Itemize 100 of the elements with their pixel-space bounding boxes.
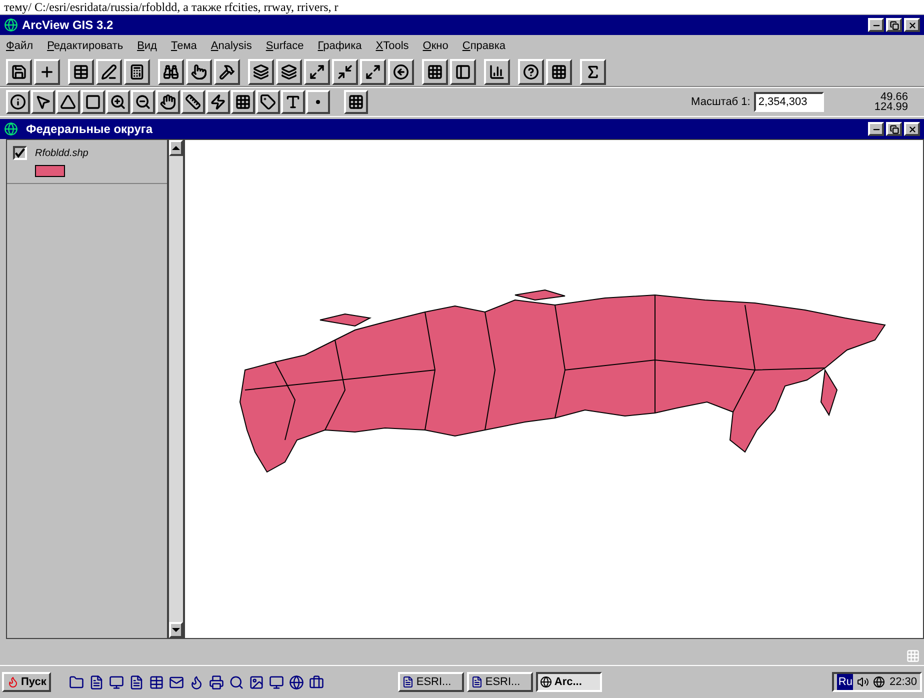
toolbar-button[interactable]	[360, 58, 386, 84]
document-text: тему/ C:/esri/esridata/russia/rfobldd, а также rfcities, rrway, rrivers, r	[0, 0, 924, 14]
toolbar-button[interactable]	[580, 58, 606, 84]
square-icon	[85, 94, 101, 110]
scroll-up-button[interactable]	[169, 140, 183, 156]
document-icon[interactable]	[89, 674, 104, 690]
start-button[interactable]: Пуск	[2, 672, 52, 692]
window-button[interactable]	[868, 122, 884, 136]
network-icon[interactable]	[873, 676, 886, 688]
toolbar-button[interactable]	[131, 90, 155, 114]
document-icon	[471, 676, 484, 688]
briefcase-icon[interactable]	[309, 674, 324, 690]
window-button[interactable]	[904, 18, 920, 32]
menu-item[interactable]: Файл	[6, 38, 34, 54]
toolbar-button[interactable]	[96, 58, 122, 84]
toolbar-button[interactable]	[388, 58, 414, 84]
toolbar-button[interactable]	[6, 90, 30, 114]
spreadsheet-icon[interactable]	[149, 674, 164, 690]
grid-icon	[427, 64, 443, 80]
menu-item[interactable]: Графика	[318, 38, 362, 54]
toolbar-button[interactable]	[248, 58, 274, 84]
toolbar-button[interactable]	[206, 90, 230, 114]
toolbar-button[interactable]	[106, 90, 130, 114]
toolbar-button[interactable]	[34, 58, 60, 84]
image-icon[interactable]	[249, 674, 264, 690]
menu-item[interactable]: XTools	[376, 38, 409, 54]
toolbar-button[interactable]	[484, 58, 510, 84]
menu-item[interactable]: Вид	[137, 38, 157, 54]
toolbar-button[interactable]	[181, 90, 205, 114]
toolbar-button[interactable]	[124, 58, 150, 84]
toolbar-button[interactable]	[31, 90, 55, 114]
close-icon	[908, 20, 916, 30]
toolbar-button[interactable]	[214, 58, 240, 84]
toolbar-button[interactable]	[68, 58, 94, 84]
globe-icon[interactable]	[289, 674, 304, 690]
lightning-icon	[210, 94, 226, 110]
toolbar-button[interactable]	[6, 58, 32, 84]
toolbar-button[interactable]	[422, 58, 448, 84]
mail-icon[interactable]	[169, 674, 184, 690]
monitor-icon[interactable]	[109, 674, 124, 690]
scale-field[interactable]: 2,354,303	[754, 92, 824, 112]
toolbar-button[interactable]	[56, 90, 80, 114]
up-arrow-icon	[172, 146, 180, 150]
window-button[interactable]	[904, 122, 920, 136]
sigma-icon	[585, 64, 601, 80]
dot-icon	[316, 100, 320, 104]
toolbar-button[interactable]	[158, 58, 184, 84]
menu-item[interactable]: Analysis	[210, 38, 252, 54]
toolbar-button[interactable]	[546, 58, 572, 84]
taskbar-task[interactable]: ESRI...	[467, 672, 534, 692]
text-icon	[285, 94, 301, 110]
grid-icon	[348, 94, 364, 110]
toolbar-button[interactable]	[256, 90, 280, 114]
window-button[interactable]	[868, 18, 884, 32]
cursor-icon	[35, 94, 51, 110]
toolbar-button[interactable]	[156, 90, 180, 114]
add-icon	[39, 64, 55, 80]
coordinate-text: 124.99	[874, 102, 908, 112]
calculator-icon	[129, 64, 145, 80]
check-icon	[15, 147, 25, 159]
toolbar-button[interactable]	[450, 58, 476, 84]
layer-checkbox[interactable]	[13, 146, 27, 160]
hammer-icon	[219, 64, 235, 80]
menu-item[interactable]: Surface	[266, 38, 304, 54]
tag-icon	[260, 94, 276, 110]
toolbar-button[interactable]	[186, 58, 212, 84]
speaker-icon[interactable]	[857, 676, 870, 688]
menu-item[interactable]: Редактировать	[47, 38, 124, 54]
folder-icon[interactable]	[69, 674, 84, 690]
zoom-in-icon	[110, 94, 126, 110]
restore-icon	[890, 124, 898, 134]
toolbar-button[interactable]	[518, 58, 544, 84]
monitor-icon[interactable]	[269, 674, 284, 690]
pen-icon	[101, 64, 117, 80]
taskbar-task[interactable]: ESRI...	[398, 672, 464, 692]
toolbar-button[interactable]	[276, 58, 302, 84]
taskbar-task[interactable]: Arc...	[536, 672, 602, 692]
layer-entry[interactable]: Rfobldd.shp	[7, 140, 167, 184]
info-icon	[10, 94, 26, 110]
toolbar-button[interactable]	[81, 90, 105, 114]
layers-icon	[281, 64, 297, 80]
layer-name: Rfobldd.shp	[35, 147, 88, 161]
window-button[interactable]	[886, 122, 902, 136]
toolbar-button[interactable]	[344, 90, 368, 114]
toolbar-button[interactable]	[231, 90, 255, 114]
menu-item[interactable]: Окно	[422, 38, 448, 54]
window-button[interactable]	[886, 18, 902, 32]
language-indicator[interactable]: Ru	[837, 674, 854, 690]
search-icon[interactable]	[229, 674, 244, 690]
scroll-down-button[interactable]	[169, 622, 183, 638]
toolbar-button[interactable]	[304, 58, 330, 84]
menu-item[interactable]: Тема	[170, 38, 197, 54]
scrollbar[interactable]	[168, 139, 184, 639]
flame-icon[interactable]	[189, 674, 204, 690]
toolbar-button[interactable]	[332, 58, 358, 84]
toolbar-button[interactable]	[281, 90, 305, 114]
window-title: ArcView GIS 3.2	[22, 17, 114, 34]
toolbar-button[interactable]	[306, 90, 330, 114]
menu-item[interactable]: Справка	[462, 38, 506, 54]
printer-icon[interactable]	[209, 674, 224, 690]
